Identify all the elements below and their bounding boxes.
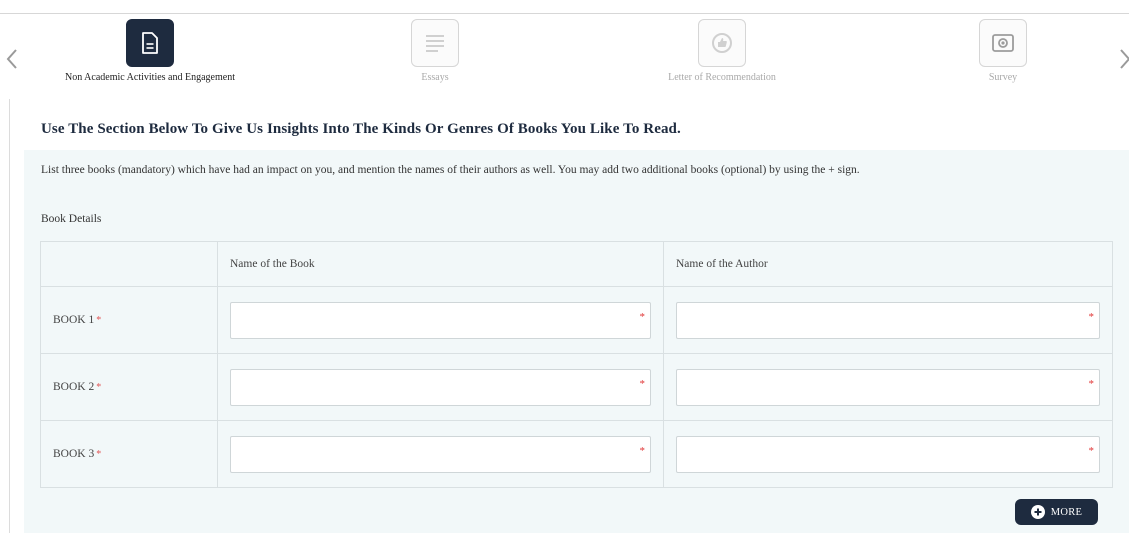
- table-row: BOOK 3 * * *: [40, 420, 1113, 488]
- chevron-left-icon: [6, 49, 17, 69]
- step-label: Letter of Recommendation: [668, 72, 776, 83]
- step-icon-box: [979, 19, 1027, 67]
- column-header-blank: [40, 241, 218, 287]
- book-3-name-field[interactable]: *: [230, 435, 651, 473]
- book-1-name-field[interactable]: *: [230, 301, 651, 339]
- chevron-right-icon: [1120, 49, 1129, 69]
- step-letter-of-recommendation[interactable]: Letter of Recommendation: [643, 19, 801, 83]
- step-survey[interactable]: Survey: [955, 19, 1051, 83]
- book-2-author-input[interactable]: [677, 369, 1099, 405]
- book-3-author-field[interactable]: *: [676, 435, 1100, 473]
- row-label-cell: BOOK 1 *: [40, 286, 218, 354]
- step-icon-box: [126, 19, 174, 67]
- book-name-cell: *: [217, 286, 664, 354]
- more-button-label: MORE: [1050, 506, 1083, 518]
- step-essays[interactable]: Essays: [384, 19, 486, 83]
- table-row: BOOK 2 * * *: [40, 353, 1113, 421]
- table-row: BOOK 1 * * *: [40, 286, 1113, 354]
- book-name-cell: *: [217, 353, 664, 421]
- required-indicator: *: [1088, 310, 1095, 323]
- book-name-cell: *: [217, 420, 664, 488]
- required-indicator: *: [96, 382, 102, 393]
- step-icon-box: [698, 19, 746, 67]
- required-indicator: *: [96, 315, 102, 326]
- required-indicator: *: [639, 444, 646, 457]
- author-name-cell: *: [663, 420, 1113, 488]
- required-indicator: *: [96, 449, 102, 460]
- step-label: Survey: [988, 72, 1018, 83]
- book-details-table: Name of the Book Name of the Author BOOK…: [40, 241, 1113, 488]
- book-3-name-input[interactable]: [231, 436, 650, 472]
- book-1-author-field[interactable]: *: [676, 301, 1100, 339]
- instructions-text: List three books (mandatory) which have …: [41, 164, 860, 176]
- required-indicator: *: [1088, 444, 1095, 457]
- plus-circle-icon: [1030, 505, 1045, 519]
- required-indicator: *: [639, 377, 646, 390]
- next-step-arrow[interactable]: [1119, 48, 1129, 70]
- book-1-name-input[interactable]: [231, 302, 650, 338]
- thumbs-up-icon: [712, 33, 732, 53]
- row-label-cell: BOOK 2 *: [40, 353, 218, 421]
- row-label: BOOK 3: [53, 448, 95, 460]
- book-details-label: Book Details: [41, 213, 102, 225]
- step-label: Essays: [421, 72, 449, 83]
- section-title: Use The Section Below To Give Us Insight…: [41, 121, 681, 137]
- table-header-row: Name of the Book Name of the Author: [40, 241, 1113, 287]
- row-label-cell: BOOK 3 *: [40, 420, 218, 488]
- column-header-book-name: Name of the Book: [217, 241, 664, 287]
- book-3-author-input[interactable]: [677, 436, 1099, 472]
- left-divider: [9, 99, 10, 533]
- author-name-cell: *: [663, 286, 1113, 354]
- top-divider: [0, 13, 1129, 14]
- survey-icon: [992, 34, 1014, 52]
- row-label: BOOK 2: [53, 381, 95, 393]
- required-indicator: *: [639, 310, 646, 323]
- more-books-button[interactable]: MORE: [1015, 499, 1098, 525]
- document-icon: [142, 32, 158, 54]
- book-1-author-input[interactable]: [677, 302, 1099, 338]
- author-name-cell: *: [663, 353, 1113, 421]
- previous-step-arrow[interactable]: [6, 48, 18, 70]
- required-indicator: *: [1088, 377, 1095, 390]
- step-icon-box: [411, 19, 459, 67]
- column-header-author-name: Name of the Author: [663, 241, 1113, 287]
- book-2-author-field[interactable]: *: [676, 368, 1100, 406]
- step-non-academic-activities[interactable]: Non Academic Activities and Engagement: [47, 19, 253, 83]
- text-lines-icon: [426, 35, 444, 52]
- book-2-name-field[interactable]: *: [230, 368, 651, 406]
- book-2-name-input[interactable]: [231, 369, 650, 405]
- row-label: BOOK 1: [53, 314, 95, 326]
- step-label: Non Academic Activities and Engagement: [65, 72, 235, 83]
